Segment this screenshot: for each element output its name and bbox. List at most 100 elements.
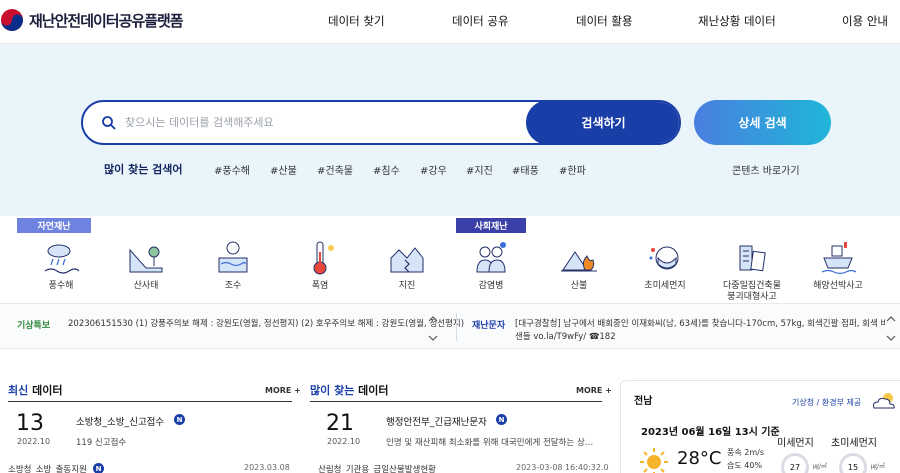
ship-icon: [821, 242, 857, 275]
pm25-label: 초미세먼지: [831, 438, 877, 449]
nav-share-data[interactable]: 데이터 공유: [452, 13, 509, 29]
popular-data-title: 많이 찾는 데이터: [310, 382, 389, 398]
nav-use-data[interactable]: 데이터 활용: [576, 13, 633, 29]
flood-icon: [44, 244, 80, 274]
list-item-date: 2023.03.08: [244, 463, 290, 472]
panel-divider: [310, 401, 602, 402]
list-day: 21: [326, 411, 354, 436]
category-label: 초미세먼지: [644, 281, 686, 291]
category-label: 해양선박사고: [813, 281, 863, 291]
chevron-up-icon[interactable]: [886, 315, 896, 323]
keyword-tag[interactable]: #산불: [270, 162, 297, 177]
pm10-gauge: 27: [781, 453, 809, 473]
landslide-icon: [129, 246, 163, 273]
top-header: 재난안전데이터공유플랫폼 데이터 찾기 데이터 공유 데이터 활용 재난상황 데…: [0, 0, 900, 44]
search-section: 검색하기 상세 검색 많이 찾는 검색어 #풍수해 #산불 #건축물 #침수 #…: [0, 44, 900, 216]
search-input[interactable]: [125, 102, 525, 143]
list-item-title[interactable]: 산림청_기관용_금일산불발생현황: [318, 463, 436, 473]
new-badge: N: [93, 463, 104, 473]
popular-more-link[interactable]: MORE +: [576, 386, 612, 395]
nav-find-data[interactable]: 데이터 찾기: [328, 13, 385, 29]
category-label: 산사태: [133, 281, 159, 291]
natural-disaster-badge: 자연재난: [17, 218, 91, 233]
weather-temperature: 28°C: [677, 448, 722, 469]
new-badge: N: [496, 414, 507, 425]
keyword-tag[interactable]: #지진: [466, 162, 493, 177]
latest-more-link[interactable]: MORE +: [265, 386, 301, 395]
alert-divider: [456, 313, 457, 341]
category-building-collapse[interactable]: 다중밀집건축물 붕괴대형사고: [716, 238, 788, 303]
category-epidemic[interactable]: 감염병: [456, 238, 526, 292]
keyword-tag[interactable]: #풍수해: [214, 162, 250, 177]
list-year-month: 2022.10: [327, 437, 361, 446]
keyword-tag[interactable]: #태풍: [512, 162, 539, 177]
popular-keywords-label: 많이 찾는 검색어: [104, 163, 183, 176]
category-landslide[interactable]: 산사태: [111, 238, 181, 292]
pm10-unit: ㎍/㎥: [813, 463, 828, 470]
mask-icon: [649, 246, 679, 270]
title-accent: 많이 찾는: [310, 384, 355, 397]
main-nav: 데이터 찾기 데이터 공유 데이터 활용 재난상황 데이터 이용 안내: [0, 13, 900, 33]
disaster-message-text-line1[interactable]: [대구경찰청] 남구에서 배회중인 이재화씨(남, 63세)를 찾습니다-170…: [515, 318, 885, 331]
category-tide[interactable]: 조수: [198, 238, 268, 292]
list-day: 13: [16, 411, 44, 436]
keyword-tag[interactable]: #강우: [420, 162, 447, 177]
weather-alert-text[interactable]: 202306151530 (1) 강풍주의보 해제 : 강원도(영월, 정선평지…: [68, 318, 464, 331]
category-label: 산불: [570, 281, 588, 291]
weather-card: 전남 기상청 / 환경부 제공 2023년 06월 16일 13시 기준 28°…: [620, 380, 900, 473]
weather-wind: 풍속 2m/s: [727, 448, 765, 457]
pm10-label: 미세먼지: [777, 438, 814, 449]
panel-divider: [8, 401, 292, 402]
nav-guide[interactable]: 이용 안내: [842, 13, 888, 29]
latest-data-title: 최신 데이터: [8, 382, 62, 398]
pm25-value: 15: [847, 462, 859, 472]
pm10-value: 27: [789, 462, 801, 472]
category-flood[interactable]: 풍수해: [26, 238, 96, 292]
advanced-search-button[interactable]: 상세 검색: [694, 100, 831, 145]
list-item-title[interactable]: 행정안전부_긴급재난문자: [386, 414, 487, 428]
category-wildfire[interactable]: 산불: [544, 238, 614, 292]
list-year-month: 2022.10: [17, 437, 51, 446]
earthquake-icon: [390, 247, 424, 273]
search-bar: 검색하기: [81, 100, 681, 145]
category-ship-accident[interactable]: 해양선박사고: [803, 238, 873, 292]
thermometer-icon: [313, 241, 334, 275]
pm25-unit: ㎍/㎥: [871, 463, 886, 470]
epidemic-icon: [476, 242, 506, 273]
category-label: 폭염: [311, 281, 329, 291]
disaster-message-text-line2[interactable]: 샌들 vo.la/T9wFy/ ☎182: [515, 331, 616, 344]
new-badge: N: [174, 414, 185, 425]
weather-source: 기상청 / 환경부 제공: [792, 398, 862, 407]
list-item-desc: 인명 및 재산피해 최소화를 위해 대국민에게 전달하는 상…: [386, 438, 594, 448]
chevron-up-icon[interactable]: [428, 315, 438, 323]
category-heatwave[interactable]: 폭염: [285, 238, 355, 292]
keyword-tag[interactable]: #건축물: [317, 162, 353, 177]
keyword-tag[interactable]: #한파: [559, 162, 586, 177]
keyword-tag[interactable]: #침수: [373, 162, 400, 177]
title-accent: 최신: [8, 384, 29, 397]
wildfire-icon: [561, 251, 597, 272]
chevron-down-icon[interactable]: [886, 334, 896, 342]
pm25-gauge: 15: [839, 453, 867, 473]
category-label: 풍수해: [48, 281, 74, 291]
weather-time: 2023년 06월 16일 13시 기준: [641, 427, 780, 438]
category-label: 감염병: [478, 281, 504, 291]
list-item-desc: 119 신고접수: [76, 438, 127, 448]
nav-disaster-data[interactable]: 재난상황 데이터: [698, 13, 776, 29]
chevron-down-icon[interactable]: [428, 334, 438, 342]
sun-icon: [640, 448, 668, 473]
weather-region[interactable]: 전남: [634, 392, 652, 407]
category-earthquake[interactable]: 지진: [372, 238, 442, 292]
list-item-title[interactable]: 소방청_소방_신고접수: [76, 414, 164, 428]
search-button[interactable]: 검색하기: [526, 102, 679, 143]
list-item-title[interactable]: 소방청_소방_출동지원: [8, 463, 87, 473]
search-icon: [102, 116, 116, 130]
category-label: 조수: [224, 281, 242, 291]
weather-alert-tag: 기상특보: [17, 321, 51, 331]
category-fine-dust[interactable]: 초미세먼지: [630, 238, 700, 292]
category-label: 지진: [398, 281, 416, 291]
disaster-message-tag: 재난문자: [472, 321, 506, 331]
weather-humidity: 습도 40%: [727, 461, 763, 470]
cloud-sun-icon: [873, 393, 895, 409]
content-shortcut-link[interactable]: 콘텐츠 바로가기: [732, 162, 800, 177]
